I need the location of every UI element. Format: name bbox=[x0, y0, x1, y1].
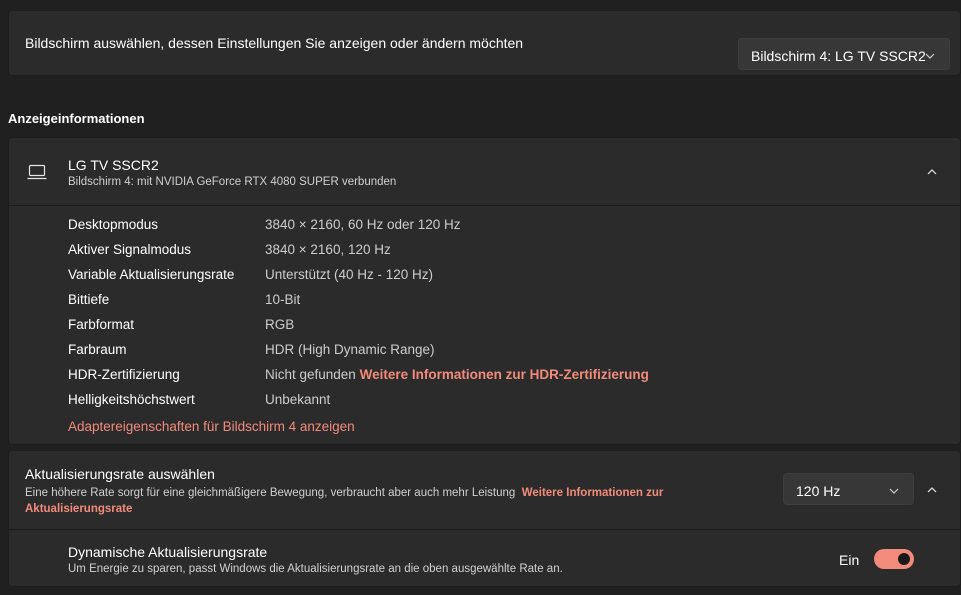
dynamic-refresh-toggle-label: Ein bbox=[839, 552, 860, 568]
info-row-key: Desktopmodus bbox=[68, 217, 159, 232]
adapter-properties-link[interactable]: Adaptereigenschaften für Bildschirm 4 an… bbox=[68, 419, 355, 434]
chevron-up-icon[interactable] bbox=[925, 165, 939, 179]
toggle-knob bbox=[898, 553, 910, 565]
refresh-rate-description-block: Eine höhere Rate sorgt für eine gleichmä… bbox=[25, 485, 715, 517]
display-select-card: Bildschirm auswählen, dessen Einstellung… bbox=[8, 10, 961, 76]
info-row-value: Nicht gefunden bbox=[265, 367, 356, 382]
section-heading: Anzeigeinformationen bbox=[8, 111, 145, 126]
monitor-icon bbox=[27, 164, 47, 180]
dynamic-refresh-title: Dynamische Aktualisierungsrate bbox=[68, 544, 268, 560]
info-row-value: 3840 × 2160, 120 Hz bbox=[265, 242, 391, 257]
refresh-rate-description: Eine höhere Rate sorgt für eine gleichmä… bbox=[25, 487, 516, 499]
display-dropdown-value: Bildschirm 4: LG TV SSCR2 bbox=[751, 48, 926, 64]
info-row-value: HDR (High Dynamic Range) bbox=[265, 342, 435, 357]
refresh-rate-dropdown[interactable]: 120 Hz bbox=[783, 473, 914, 505]
chevron-up-icon[interactable] bbox=[925, 483, 939, 497]
display-info-header[interactable]: LG TV SSCR2 Bildschirm 4: mit NVIDIA GeF… bbox=[9, 138, 960, 206]
info-row-key: Aktiver Signalmodus bbox=[68, 242, 192, 257]
chevron-down-icon bbox=[889, 488, 899, 494]
refresh-rate-dropdown-value: 120 Hz bbox=[796, 483, 841, 499]
display-info-title: LG TV SSCR2 bbox=[68, 157, 159, 173]
info-row-key: Farbraum bbox=[68, 342, 127, 357]
dynamic-refresh-description: Um Energie zu sparen, passt Windows die … bbox=[68, 563, 563, 575]
info-row-value: 10-Bit bbox=[265, 292, 301, 307]
info-row-value-group: Nicht gefunden Weitere Informationen zur… bbox=[265, 367, 649, 382]
info-row-value: Unterstützt (40 Hz - 120 Hz) bbox=[265, 267, 434, 282]
info-row-key: Variable Aktualisierungsrate bbox=[68, 267, 235, 282]
chevron-down-icon bbox=[925, 53, 935, 59]
refresh-rate-header: Aktualisierungsrate auswählen Eine höher… bbox=[9, 451, 960, 530]
display-info-subtitle: Bildschirm 4: mit NVIDIA GeForce RTX 408… bbox=[68, 176, 397, 188]
info-row-key: HDR-Zertifizierung bbox=[68, 367, 180, 382]
dynamic-refresh-toggle[interactable] bbox=[874, 549, 914, 569]
refresh-rate-title: Aktualisierungsrate auswählen bbox=[25, 466, 215, 482]
info-row-value: 3840 × 2160, 60 Hz oder 120 Hz bbox=[265, 217, 461, 232]
refresh-rate-card: Aktualisierungsrate auswählen Eine höher… bbox=[8, 450, 961, 587]
info-row-key: Farbformat bbox=[68, 317, 135, 332]
info-row-key: Helligkeitshöchstwert bbox=[68, 392, 195, 407]
display-select-label: Bildschirm auswählen, dessen Einstellung… bbox=[25, 35, 524, 51]
display-dropdown[interactable]: Bildschirm 4: LG TV SSCR2 bbox=[738, 38, 950, 70]
info-row-value: RGB bbox=[265, 317, 295, 332]
info-row-value: Unbekannt bbox=[265, 392, 331, 407]
display-info-card: LG TV SSCR2 Bildschirm 4: mit NVIDIA GeF… bbox=[8, 137, 961, 445]
hdr-certification-link[interactable]: Weitere Informationen zur HDR-Zertifizie… bbox=[360, 367, 649, 382]
info-row-key: Bittiefe bbox=[68, 292, 110, 307]
